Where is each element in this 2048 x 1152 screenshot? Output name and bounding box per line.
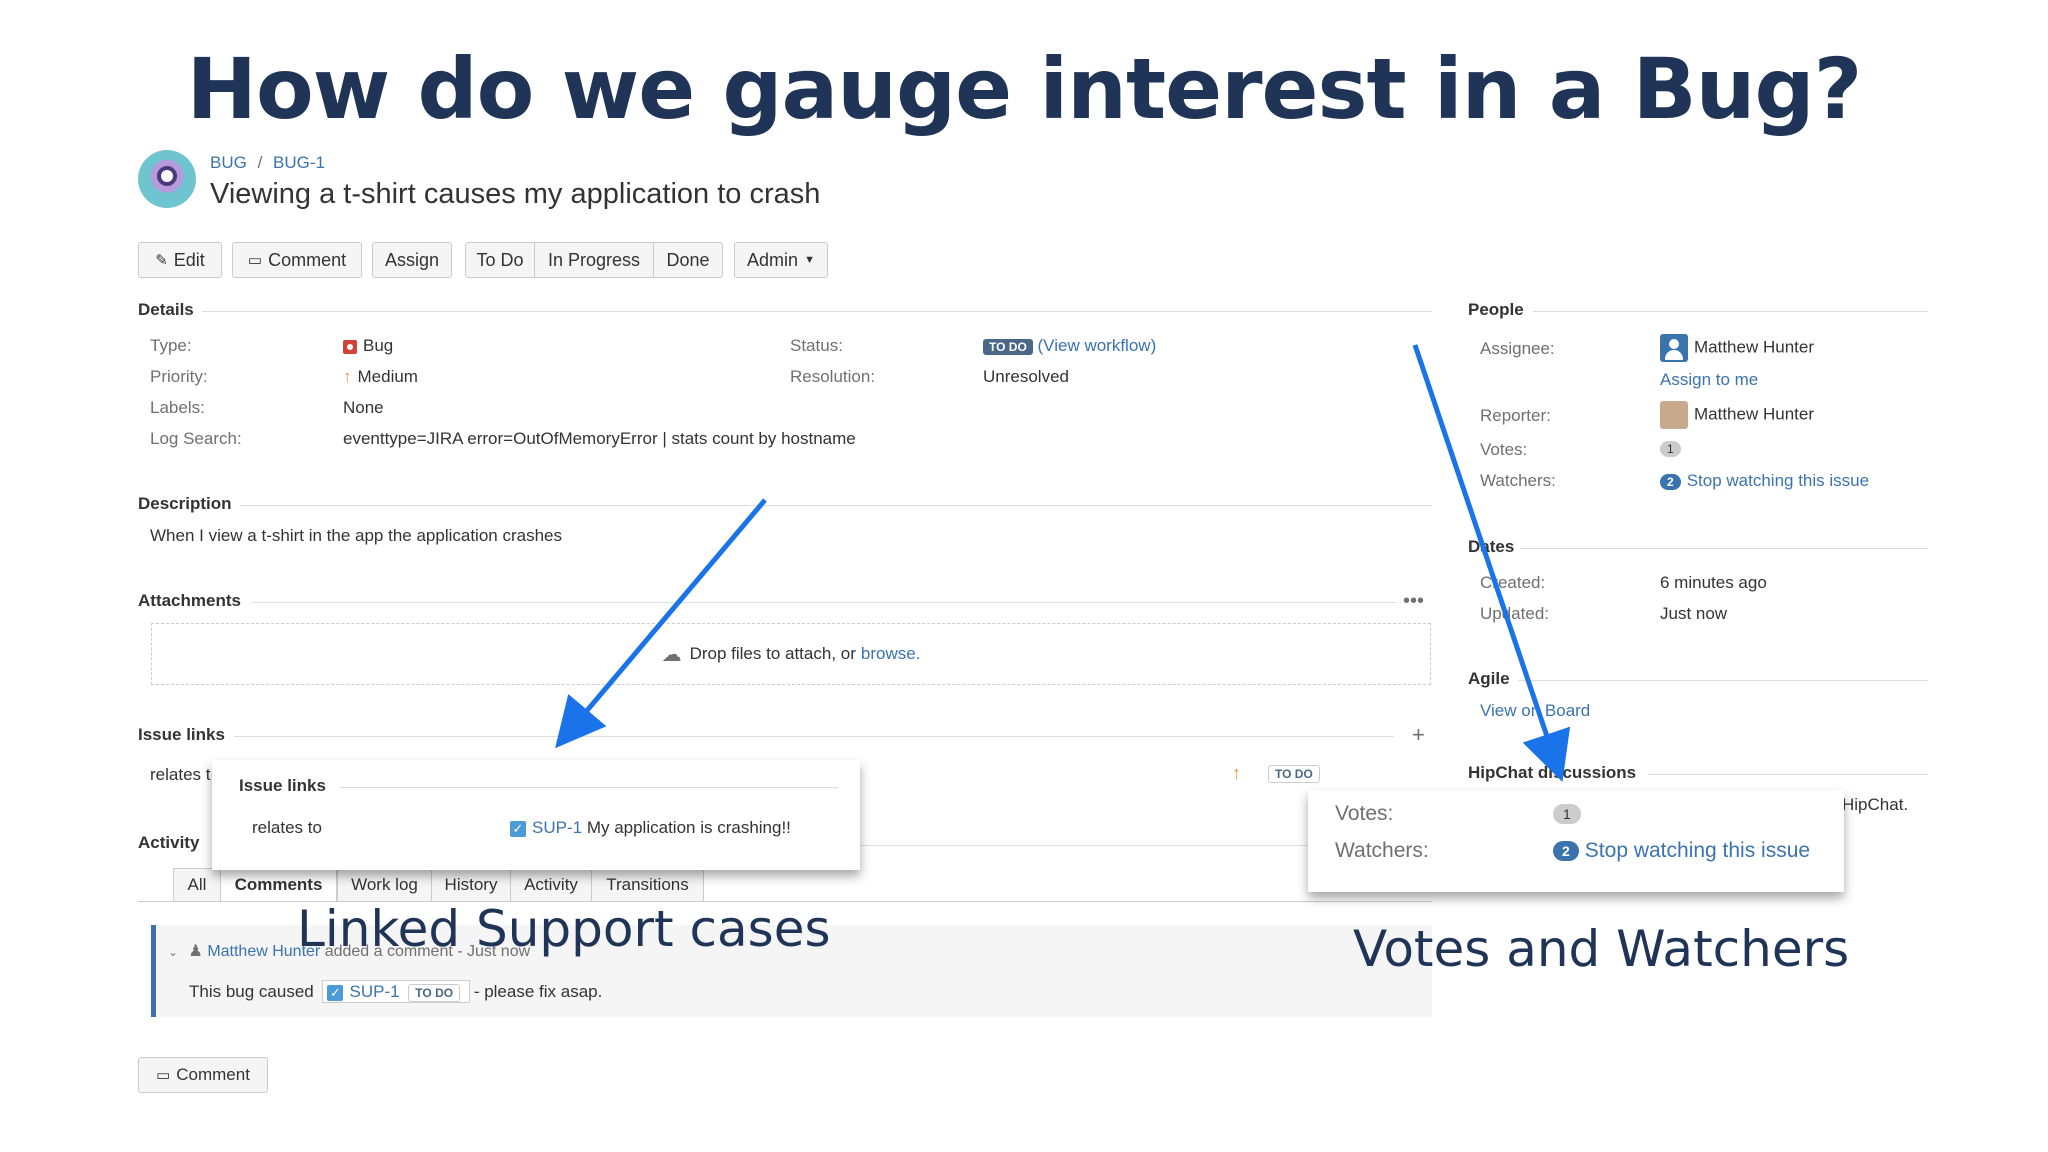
votes-arrow <box>1412 344 1571 782</box>
links-arrow <box>555 498 767 749</box>
linked-support-caption: Linked Support cases <box>297 900 831 958</box>
annotation-arrows <box>555 344 1571 782</box>
votes-watchers-caption: Votes and Watchers <box>1353 920 1850 978</box>
